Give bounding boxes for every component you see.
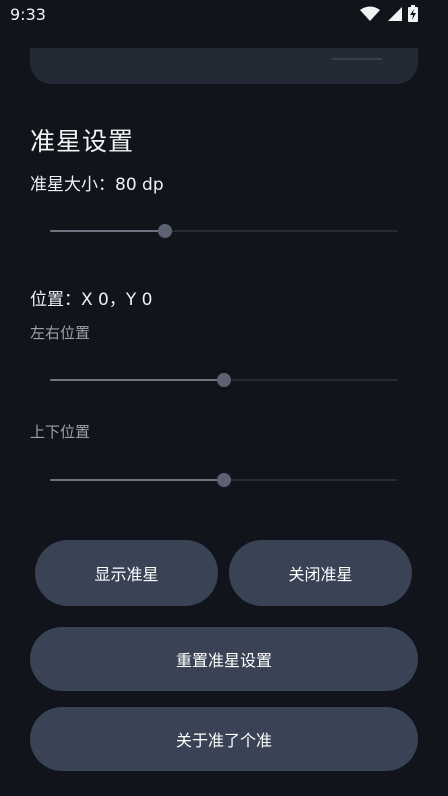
reset-crosshair-button[interactable]: 重置准星设置 [30, 627, 418, 691]
vertical-position-label: 上下位置 [30, 423, 91, 441]
battery-charging-icon [408, 5, 418, 22]
crosshair-size-label: 准星大小：80 dp [30, 175, 164, 195]
slider-thumb[interactable] [217, 373, 231, 387]
show-crosshair-button[interactable]: 显示准星 [35, 540, 218, 606]
status-icons [360, 5, 418, 22]
vertical-position-slider[interactable] [50, 470, 398, 490]
horizontal-position-slider[interactable] [50, 370, 398, 390]
section-title: 准星设置 [30, 127, 135, 156]
card-divider [332, 58, 382, 60]
slider-active-track [50, 230, 165, 232]
wifi-icon [360, 6, 380, 22]
previous-card [30, 48, 418, 84]
crosshair-size-slider[interactable] [50, 221, 398, 241]
slider-thumb[interactable] [157, 224, 172, 238]
status-time: 9:33 [10, 5, 46, 24]
cellular-signal-icon [386, 6, 402, 22]
app-screen: 9:33 准星设置 准星大小：80 dp 位置：X 0，Y 0 左右位置 上下位… [0, 0, 448, 796]
position-label: 位置：X 0，Y 0 [30, 290, 153, 310]
about-button[interactable]: 关于准了个准 [30, 707, 418, 771]
slider-active-track [50, 379, 224, 381]
status-bar: 9:33 [0, 0, 448, 30]
horizontal-position-label: 左右位置 [30, 324, 91, 342]
close-crosshair-button[interactable]: 关闭准星 [229, 540, 412, 606]
slider-thumb[interactable] [217, 473, 231, 487]
slider-active-track [50, 479, 224, 481]
